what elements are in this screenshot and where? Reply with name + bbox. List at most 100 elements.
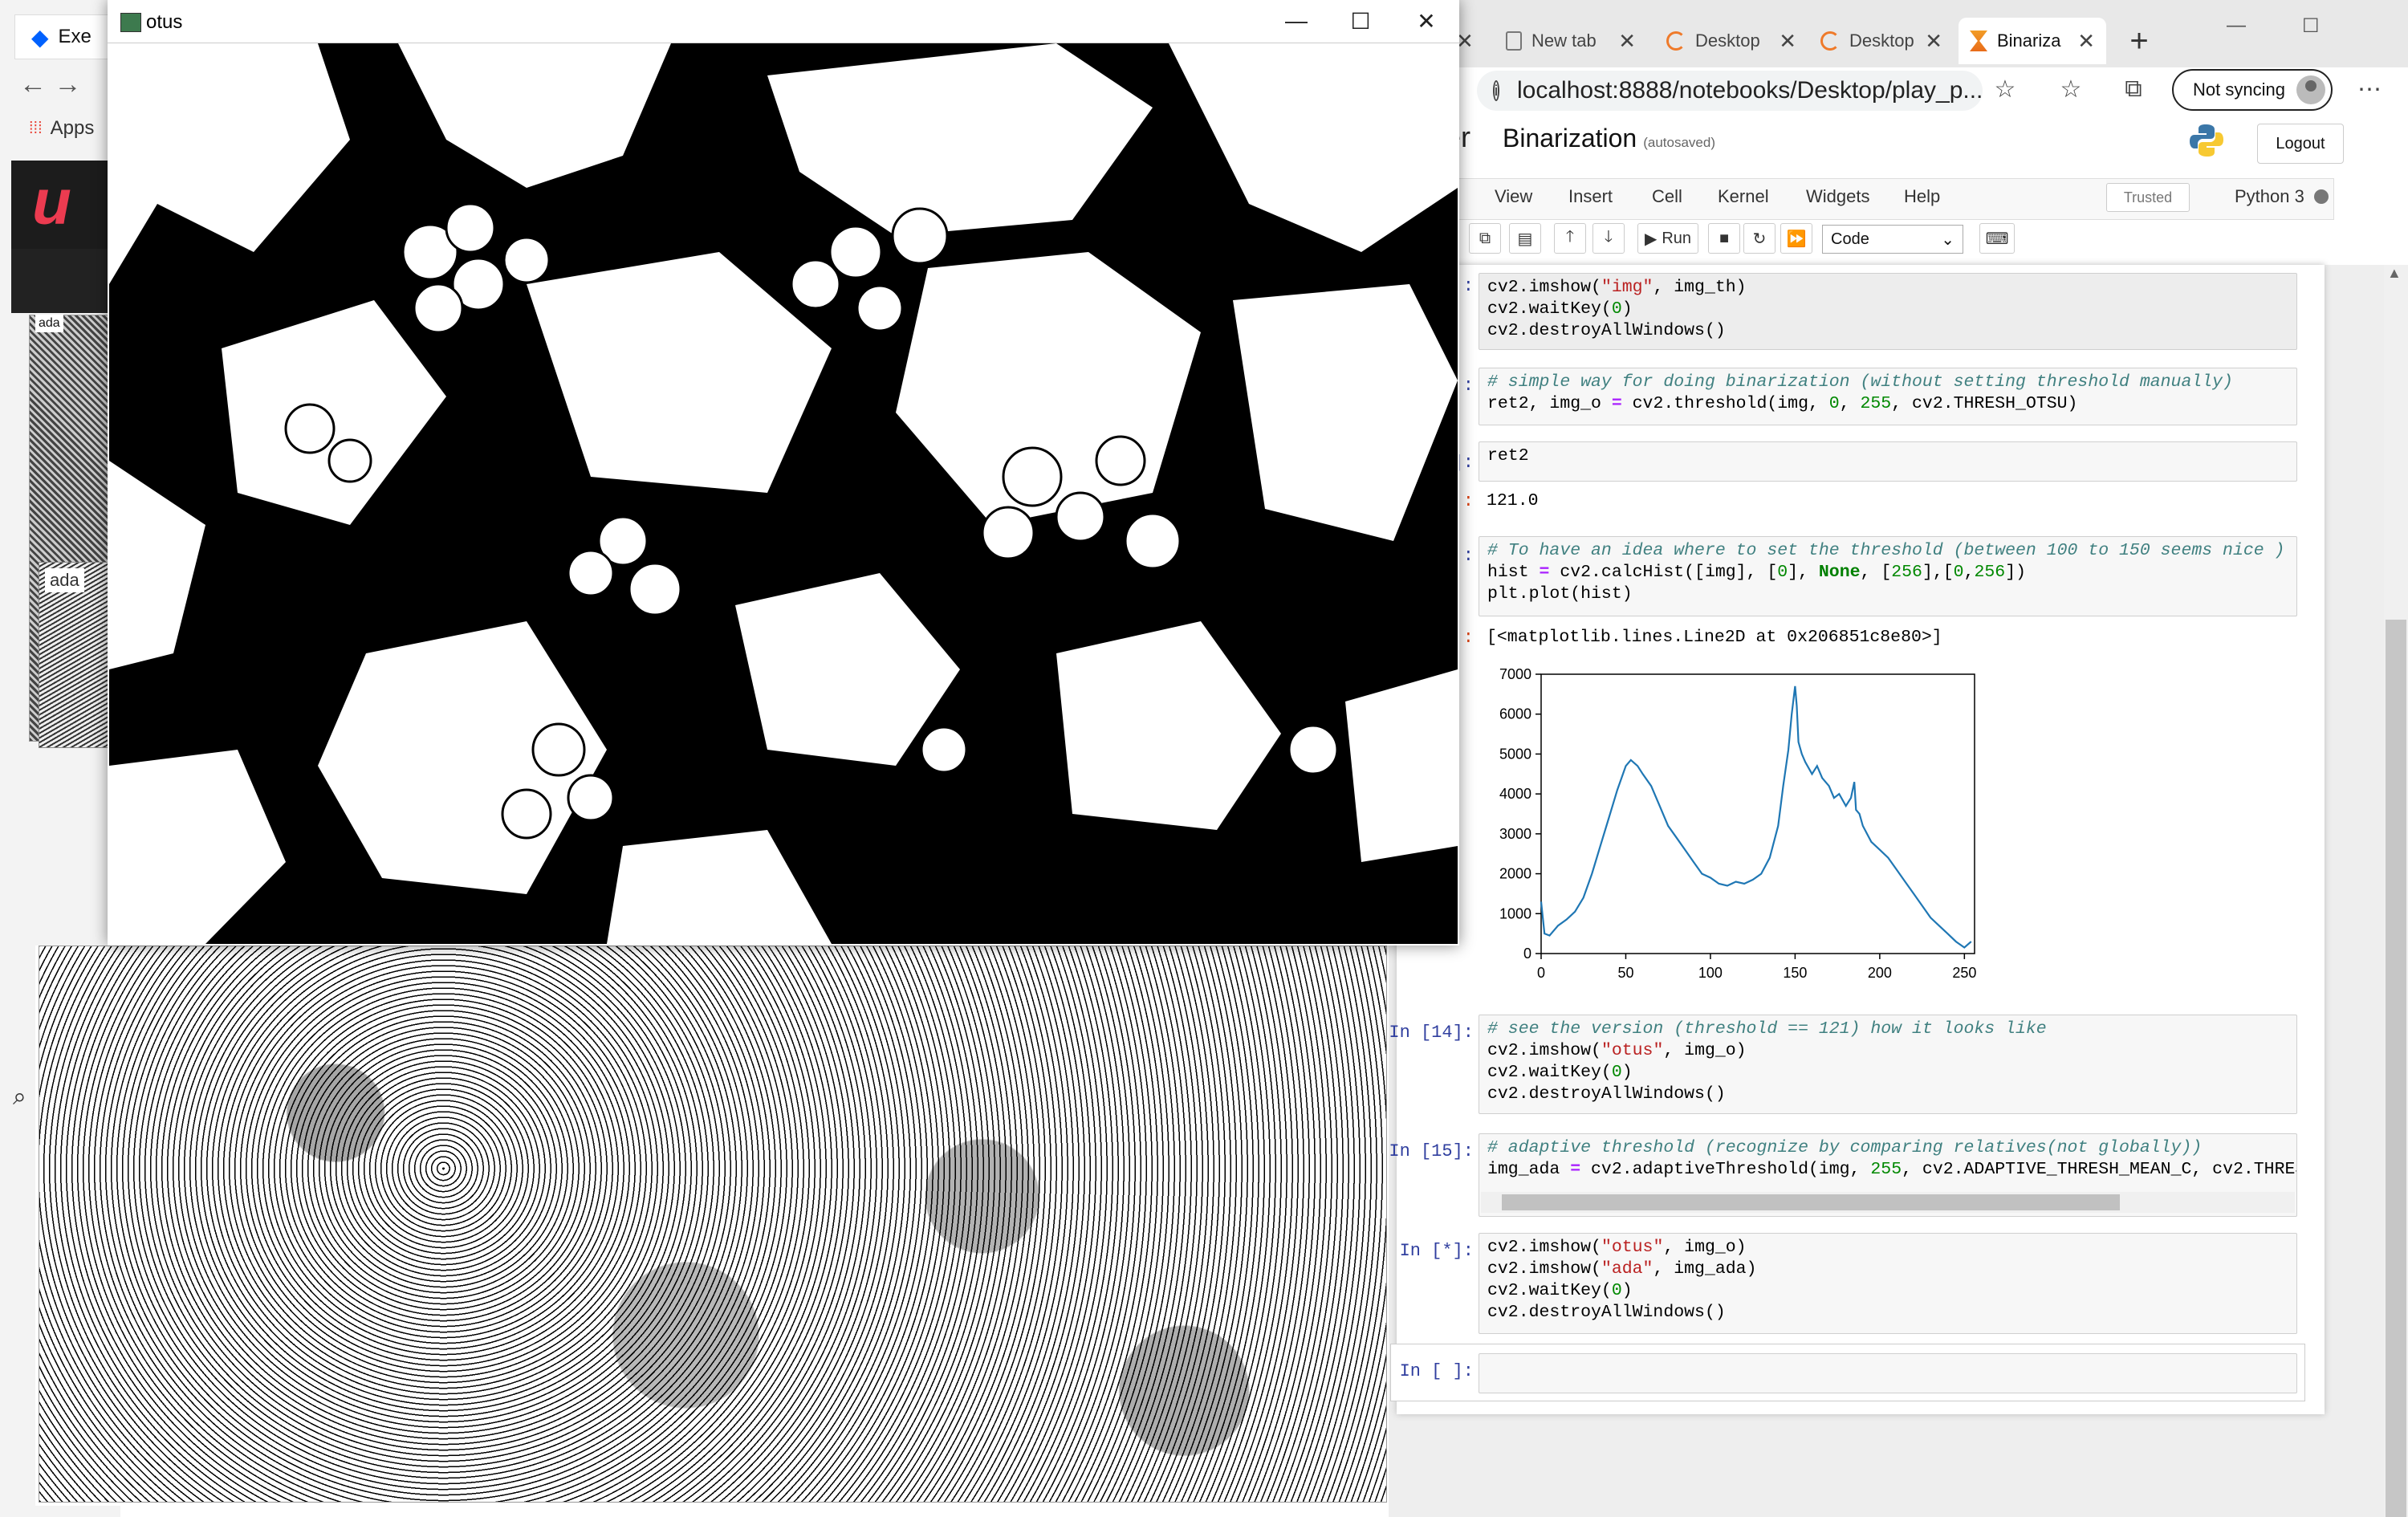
chevron-down-icon: ⌄ (1941, 230, 1954, 249)
tab-desktop-1[interactable]: Desktop ✕ (1655, 18, 1808, 64)
code-text: cv2.imshow("otus", img_o) cv2.imshow("ad… (1487, 1238, 1757, 1322)
autosave-status: (autosaved) (1643, 135, 1715, 150)
restart-icon: ↻ (1752, 230, 1767, 248)
y-tick-label: 0 (1523, 946, 1531, 962)
address-bar[interactable]: i localhost:8888/notebooks/Desktop/play_… (1477, 71, 1983, 111)
ada-threshold-image (39, 946, 1387, 1503)
code-cell-7[interactable]: cv2.imshow("otus", img_o) cv2.imshow("ad… (1479, 1233, 2297, 1334)
close-icon[interactable]: ✕ (1779, 29, 1796, 54)
background-thumbnail-2-label: ada (45, 568, 84, 592)
kernel-indicator[interactable]: Python 3 (2235, 186, 2329, 207)
apps-bookmark[interactable]: ⁞⁞⁞ Apps (29, 117, 94, 140)
x-tick-label: 100 (1698, 965, 1723, 981)
tab-desktop-2[interactable]: Desktop ✕ (1809, 18, 1954, 64)
paste-cell-button[interactable]: ▤ (1509, 223, 1541, 254)
y-tick-label: 4000 (1499, 786, 1531, 802)
maximize-icon[interactable]: ☐ (1340, 8, 1381, 35)
horizontal-scroll-thumb[interactable] (1502, 1194, 2120, 1210)
y-tick-label: 3000 (1499, 826, 1531, 842)
y-tick-label: 2000 (1499, 866, 1531, 882)
new-tab-button[interactable]: + (2119, 18, 2159, 64)
tab-new-tab[interactable]: New tab ✕ (1495, 18, 1647, 64)
code-cell-6[interactable]: # adaptive threshold (recognize by compa… (1479, 1133, 2297, 1217)
keyboard-icon: ⌨ (1985, 230, 2009, 248)
trusted-badge[interactable]: Trusted (2106, 183, 2190, 212)
menu-cell[interactable]: Cell (1652, 186, 1682, 207)
scroll-up-icon[interactable]: ▲ (2387, 265, 2402, 282)
minimize-icon[interactable]: — (2227, 14, 2246, 37)
apps-grid-icon: ⁞⁞⁞ (29, 119, 43, 137)
command-palette-button[interactable]: ⌨ (1979, 223, 2015, 254)
collections-icon[interactable]: ⧉ (2117, 75, 2150, 103)
menu-insert[interactable]: Insert (1568, 186, 1613, 207)
logout-button[interactable]: Logout (2257, 124, 2344, 164)
udemy-logo: u (11, 161, 120, 249)
cell-prompt: In [15]: (1389, 1141, 1474, 1161)
y-tick-label: 7000 (1499, 666, 1531, 682)
background-page-dark (11, 249, 120, 313)
close-icon[interactable]: ✕ (1925, 29, 1942, 54)
kernel-name-label: Python 3 (2235, 186, 2304, 206)
copy-cell-button[interactable]: ⧉ (1469, 223, 1501, 254)
menu-view[interactable]: View (1495, 186, 1532, 207)
paste-icon: ▤ (1517, 230, 1533, 248)
arrow-up-icon: 🡑 (1565, 228, 1575, 246)
hourglass-icon (1970, 31, 1987, 51)
jupyter-icon (1820, 31, 1840, 51)
code-text: # adaptive threshold (recognize by compa… (1487, 1138, 2297, 1179)
code-cell-3[interactable]: ret2 (1479, 441, 2297, 482)
apps-label: Apps (50, 117, 95, 139)
move-down-button[interactable]: 🡓 (1592, 223, 1625, 254)
dropbox-tab[interactable]: ◆ Exe (14, 14, 119, 59)
add-favorite-icon[interactable]: ☆ (1989, 75, 2021, 104)
menu-kernel[interactable]: Kernel (1718, 186, 1769, 207)
y-tick-label: 1000 (1499, 905, 1531, 921)
code-cell-2[interactable]: # simple way for doing binarization (wit… (1479, 368, 2297, 425)
x-tick-label: 0 (1537, 965, 1545, 981)
favorites-icon[interactable]: ☆ (2055, 75, 2087, 104)
menu-help[interactable]: Help (1904, 186, 1940, 207)
jupyter-icon (1666, 31, 1686, 51)
dropbox-icon: ◆ (31, 24, 49, 50)
plot-frame (1540, 673, 1975, 954)
tab-label: Binariza (1997, 31, 2061, 51)
page-scroll-thumb[interactable] (2386, 620, 2406, 1517)
menu-widgets[interactable]: Widgets (1806, 186, 1869, 207)
stop-icon: ■ (1719, 229, 1730, 247)
minimize-icon[interactable]: — (1276, 8, 1316, 34)
x-tick-label: 150 (1783, 965, 1807, 981)
code-text: # simple way for doing binarization (wit… (1487, 372, 2233, 413)
maximize-icon[interactable]: ☐ (2302, 14, 2320, 38)
back-forward-icons[interactable]: ← → (19, 69, 116, 114)
otus-titlebar[interactable] (108, 0, 1459, 43)
code-cell-5[interactable]: # see the version (threshold == 121) how… (1479, 1015, 2297, 1114)
code-cell-empty[interactable] (1479, 1353, 2297, 1393)
restart-button[interactable]: ↻ (1743, 223, 1775, 254)
more-options-icon[interactable]: ⋯ (2353, 75, 2386, 104)
copy-icon: ⧉ (1479, 229, 1491, 247)
code-cell-4[interactable]: # To have an idea where to set the thres… (1479, 536, 2297, 616)
search-icon[interactable]: ⌕ (13, 1084, 26, 1111)
cell-type-select[interactable]: Code ⌄ (1822, 225, 1963, 254)
dropbox-tab-label: Exe (58, 26, 92, 47)
tab-binarization[interactable]: Binariza ✕ (1959, 18, 2106, 64)
run-label: Run (1662, 229, 1692, 247)
close-icon[interactable]: ✕ (1406, 8, 1446, 35)
profile-sync-button[interactable]: Not syncing (2172, 69, 2333, 111)
cell-output: [<matplotlib.lines.Line2D at 0x206851c8e… (1487, 628, 1942, 647)
run-button[interactable]: ▶ Run (1637, 223, 1698, 254)
interrupt-button[interactable]: ■ (1708, 223, 1740, 254)
address-url: localhost:8888/notebooks/Desktop/play_p.… (1517, 77, 1983, 104)
cell-type-value: Code (1831, 230, 1869, 248)
close-icon[interactable]: ✕ (2077, 29, 2095, 54)
not-syncing-label: Not syncing (2193, 79, 2285, 100)
horizontal-scrollbar[interactable] (1481, 1192, 2295, 1213)
code-text: # see the version (threshold == 121) how… (1487, 1019, 2047, 1104)
move-up-button[interactable]: 🡑 (1554, 223, 1586, 254)
info-icon[interactable]: i (1493, 80, 1499, 101)
code-cell-1[interactable]: cv2.imshow("img", img_th) cv2.waitKey(0)… (1479, 273, 2297, 350)
run-icon: ▶ (1644, 230, 1658, 248)
close-icon[interactable]: ✕ (1618, 29, 1636, 54)
restart-run-all-button[interactable]: ⏩ (1780, 223, 1812, 254)
notebook-title[interactable]: Binarization (autosaved) (1503, 124, 1715, 153)
